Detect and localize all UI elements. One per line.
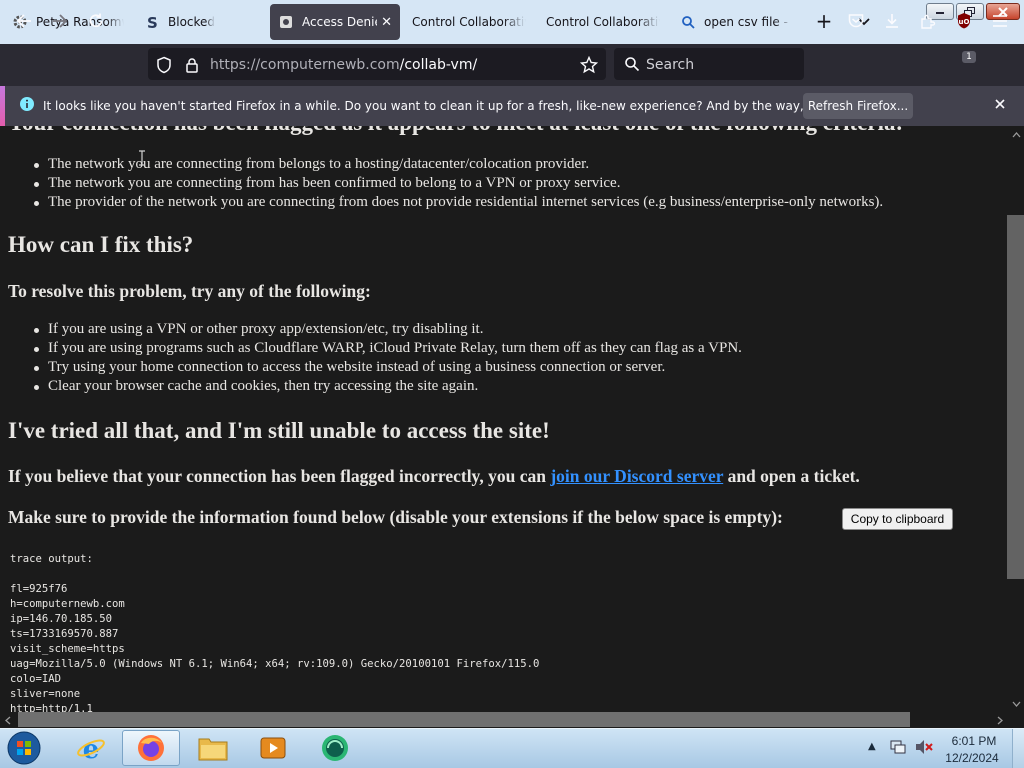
trace-line: sliver=none [10, 688, 81, 700]
clock-time[interactable]: 6:01 PM [948, 734, 1000, 748]
back-button[interactable] [12, 9, 36, 33]
trace-line: uag=Mozilla/5.0 (Windows NT 6.1; Win64; … [10, 658, 540, 670]
reason-item: The provider of the network you are conn… [48, 194, 884, 210]
taskbar-file-explorer[interactable] [184, 730, 242, 766]
fix-item: Clear your browser cache and cookies, th… [48, 378, 479, 394]
notification-message: It looks like you haven't started Firefo… [43, 99, 899, 113]
start-button[interactable] [4, 729, 44, 767]
svg-text:e: e [83, 735, 100, 763]
notification-accent [0, 86, 5, 126]
settings-favicon-icon [278, 14, 294, 30]
reload-button[interactable] [84, 9, 108, 33]
provide-info-text: Make sure to provide the information fou… [8, 507, 783, 527]
tab-control-collaborative-2[interactable]: Control Collaborativ [538, 4, 668, 40]
list-bullet [34, 182, 39, 187]
mouse-cursor-icon [138, 150, 146, 171]
flagged-paragraph: If you believe that your connection has … [8, 466, 860, 487]
taskbar-internet-explorer[interactable]: e [62, 730, 120, 766]
list-bullet [34, 347, 39, 352]
new-tab-button[interactable]: + [812, 10, 836, 34]
discord-link[interactable]: join our Discord server [550, 466, 723, 486]
url-text[interactable]: https://computernewb.com/collab-vm/ [210, 57, 477, 73]
media-player-icon [260, 737, 286, 759]
lock-icon[interactable] [180, 53, 204, 77]
list-bullet [34, 163, 39, 168]
tab-label: Access Denied [302, 15, 377, 29]
list-bullet [34, 366, 39, 371]
search-placeholder: Search [646, 57, 695, 73]
scroll-left-arrow-icon[interactable] [2, 714, 14, 726]
tab-blocked[interactable]: S Blocked [136, 4, 264, 40]
downloads-icon[interactable] [880, 9, 904, 33]
pocket-icon[interactable] [844, 9, 868, 33]
tab-access-denied[interactable]: Access Denied ✕ [270, 4, 400, 40]
ublock-badge: 1 [962, 51, 976, 63]
list-bullet [34, 385, 39, 390]
close-notification-icon[interactable] [991, 95, 1009, 113]
reason-item: The network you are connecting from has … [48, 175, 621, 191]
scroll-right-arrow-icon[interactable] [994, 714, 1006, 726]
ublock-origin-icon[interactable]: uO [952, 9, 976, 33]
scroll-up-arrow-icon[interactable] [1010, 129, 1022, 141]
hamburger-menu-icon[interactable] [988, 9, 1012, 33]
svg-text:S: S [147, 14, 158, 30]
trace-line: colo=IAD [10, 673, 62, 685]
folder-icon [198, 738, 228, 761]
scroll-down-arrow-icon[interactable] [1010, 698, 1022, 710]
taskbar-firefox[interactable] [122, 730, 180, 766]
vertical-scroll-thumb[interactable] [1007, 215, 1024, 579]
trace-line: visit_scheme=https [10, 643, 125, 655]
trace-line: ts=1733169570.887 [10, 628, 119, 640]
show-desktop-button[interactable] [1012, 729, 1024, 768]
tab-label: open csv file - Se [704, 15, 792, 29]
clock-date[interactable]: 12/2/2024 [942, 751, 1002, 765]
resolve-heading: To resolve this problem, try any of the … [8, 281, 371, 301]
fix-heading: How can I fix this? [8, 232, 194, 257]
search-icon [680, 14, 696, 30]
extensions-puzzle-icon[interactable] [916, 9, 940, 33]
internet-explorer-icon: e [77, 735, 105, 763]
volume-muted-icon[interactable] [914, 738, 934, 760]
info-icon [19, 96, 35, 116]
flagged-prefix: If you believe that your connection has … [8, 466, 551, 486]
flagged-suffix: and open a ticket. [723, 466, 860, 486]
url-path: /collab-vm/ [399, 57, 478, 73]
horizontal-scroll-thumb[interactable] [18, 712, 910, 727]
criteria-heading: Your connection has been flagged as it a… [8, 126, 903, 136]
fix-item: If you are using a VPN or other proxy ap… [48, 321, 484, 337]
show-hidden-icons-chevron-icon[interactable]: ▲ [868, 741, 876, 752]
trace-line: h=computernewb.com [10, 598, 125, 610]
tab-label: Control Collaborativ [546, 15, 660, 29]
trace-line: trace output: [10, 553, 93, 565]
tab-label: Blocked [168, 15, 216, 29]
fix-item: If you are using programs such as Cloudf… [48, 340, 742, 356]
copy-to-clipboard-button[interactable]: Copy to clipboard [842, 508, 953, 530]
s-favicon-icon: S [144, 14, 160, 30]
taskbar-media-player[interactable] [244, 730, 302, 766]
page-content: Your connection has been flagged as it a… [0, 126, 1008, 712]
network-icon[interactable] [889, 738, 907, 760]
url-host: https://computernewb.com [210, 57, 400, 73]
tab-open-csv[interactable]: open csv file - Se [672, 4, 800, 40]
tab-control-collaborative-1[interactable]: Control Collaborativ [404, 4, 534, 40]
list-bullet [34, 328, 39, 333]
reason-item: The network you are connecting from belo… [48, 156, 590, 172]
taskbar-chat-app[interactable] [306, 730, 364, 766]
tab-label: Control Collaborativ [412, 15, 526, 29]
chat-bubble-icon [322, 735, 348, 761]
refresh-firefox-button[interactable]: Refresh Firefox... [803, 93, 913, 119]
search-icon [620, 52, 644, 76]
shield-icon[interactable] [152, 53, 176, 77]
fix-item: Try using your home connection to access… [48, 359, 666, 375]
still-unable-heading: I've tried all that, and I'm still unabl… [8, 418, 550, 443]
close-tab-icon[interactable]: ✕ [381, 15, 392, 30]
bookmark-star-icon[interactable] [577, 53, 601, 77]
firefox-icon [138, 735, 164, 761]
trace-line: fl=925f76 [10, 583, 68, 595]
trace-line: ip=146.70.185.50 [10, 613, 113, 625]
trace-line: http=http/1.1 [10, 703, 93, 712]
svg-text:uO: uO [959, 18, 970, 26]
forward-button[interactable] [48, 9, 72, 33]
list-bullet [34, 201, 39, 206]
